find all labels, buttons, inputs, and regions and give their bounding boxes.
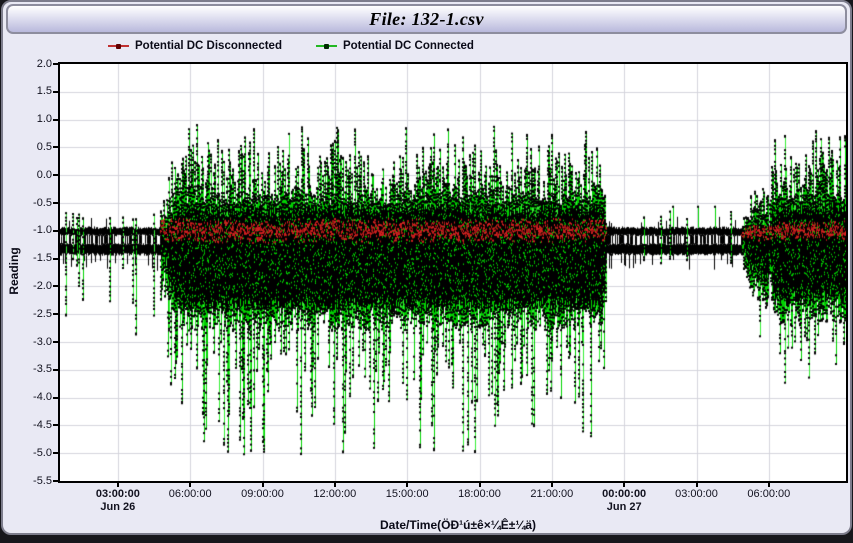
y-tick-label: -4.5	[22, 419, 52, 431]
x-tick-label: 15:00:00	[371, 488, 443, 500]
chart-window: File: 132-1.csv Potential DC Disconnecte…	[1, 0, 852, 535]
x-tick-mark	[262, 483, 264, 487]
y-tick-mark	[53, 452, 58, 454]
x-tick-day-label: Jun 27	[588, 501, 660, 513]
y-tick-label: 0.0	[22, 169, 52, 181]
y-tick-label: 1.0	[22, 113, 52, 125]
y-tick-mark	[53, 146, 58, 148]
y-tick-label: -0.5	[22, 197, 52, 209]
x-tick-mark	[117, 483, 119, 487]
y-tick-label: -5.0	[22, 447, 52, 459]
y-tick-label: -3.5	[22, 363, 52, 375]
y-tick-mark	[53, 91, 58, 93]
x-tick-mark	[334, 483, 336, 487]
x-tick-mark	[623, 483, 625, 487]
y-tick-label: 1.5	[22, 85, 52, 97]
chart-canvas[interactable]	[60, 64, 846, 481]
x-tick-mark	[189, 483, 191, 487]
y-tick-mark	[53, 285, 58, 287]
x-tick-label: 12:00:00	[299, 488, 371, 500]
y-axis-title: Reading	[7, 236, 21, 306]
x-tick-mark	[768, 483, 770, 487]
y-tick-label: -4.0	[22, 391, 52, 403]
y-tick-mark	[53, 424, 58, 426]
x-tick-label: 03:00:00	[82, 488, 154, 500]
x-tick-mark	[696, 483, 698, 487]
x-tick-label: 03:00:00	[661, 488, 733, 500]
y-tick-mark	[53, 258, 58, 260]
legend-label: Potential DC Connected	[343, 40, 474, 52]
x-axis-title: Date/Time(ÖÐ¹ú±ê×¼Ê±¼ä)	[293, 518, 623, 532]
x-tick-label: 06:00:00	[733, 488, 805, 500]
legend-item-disconnected[interactable]: Potential DC Disconnected	[108, 40, 282, 52]
x-tick-mark	[406, 483, 408, 487]
x-tick-label: 09:00:00	[227, 488, 299, 500]
window-title: File: 132-1.csv	[369, 9, 483, 30]
title-bar[interactable]: File: 132-1.csv	[6, 4, 847, 34]
plot-area[interactable]	[58, 62, 848, 483]
x-tick-label: 00:00:00	[588, 488, 660, 500]
x-tick-label: 18:00:00	[444, 488, 516, 500]
legend-item-connected[interactable]: Potential DC Connected	[316, 40, 474, 52]
legend: Potential DC Disconnected Potential DC C…	[108, 40, 474, 52]
x-tick-label: 06:00:00	[154, 488, 226, 500]
y-tick-mark	[53, 480, 58, 482]
x-tick-mark	[479, 483, 481, 487]
y-tick-label: -1.0	[22, 224, 52, 236]
y-tick-mark	[53, 397, 58, 399]
y-tick-mark	[53, 369, 58, 371]
legend-marker-red-icon	[108, 45, 129, 47]
y-tick-label: -2.0	[22, 280, 52, 292]
y-tick-label: -3.0	[22, 336, 52, 348]
legend-marker-green-icon	[316, 45, 337, 47]
y-tick-label: -5.5	[22, 475, 52, 487]
legend-label: Potential DC Disconnected	[135, 40, 282, 52]
y-tick-label: 2.0	[22, 58, 52, 70]
y-tick-mark	[53, 63, 58, 65]
x-tick-mark	[551, 483, 553, 487]
y-tick-label: -1.5	[22, 252, 52, 264]
y-tick-label: 0.5	[22, 141, 52, 153]
y-tick-mark	[53, 119, 58, 121]
y-tick-mark	[53, 341, 58, 343]
x-tick-day-label: Jun 26	[82, 501, 154, 513]
y-tick-mark	[53, 230, 58, 232]
y-tick-mark	[53, 174, 58, 176]
x-tick-label: 21:00:00	[516, 488, 588, 500]
y-tick-mark	[53, 202, 58, 204]
y-tick-label: -2.5	[22, 308, 52, 320]
y-tick-mark	[53, 313, 58, 315]
